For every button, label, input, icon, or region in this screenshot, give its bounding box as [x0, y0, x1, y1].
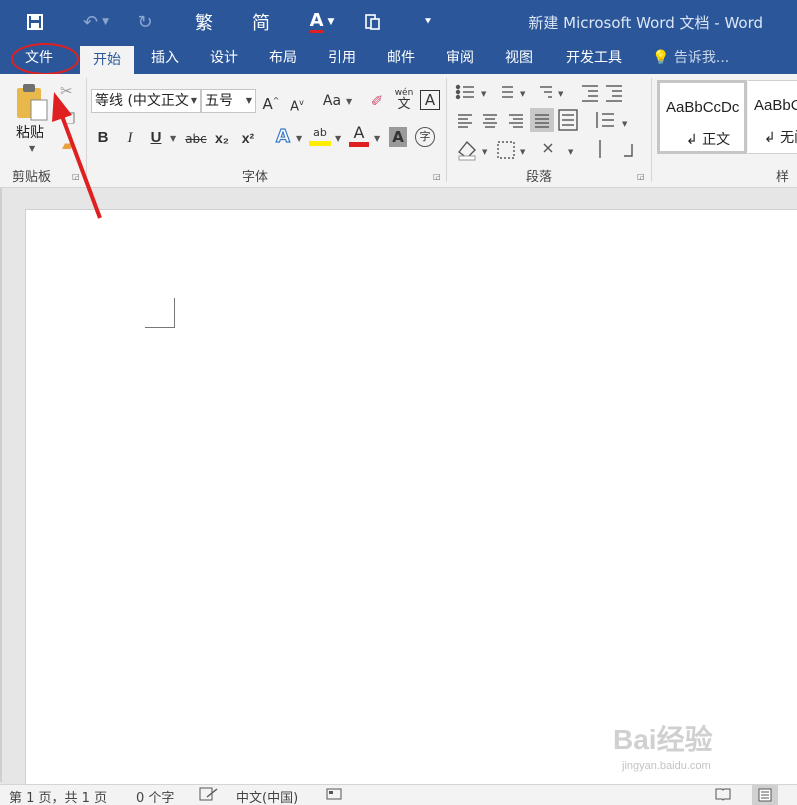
annotation-arrow [52, 92, 102, 219]
word-window: ↶ ▼ ↻ 繁 简 A ▼ ⯆ 新建 Microsoft Word 文档 - Wor… [0, 0, 797, 805]
